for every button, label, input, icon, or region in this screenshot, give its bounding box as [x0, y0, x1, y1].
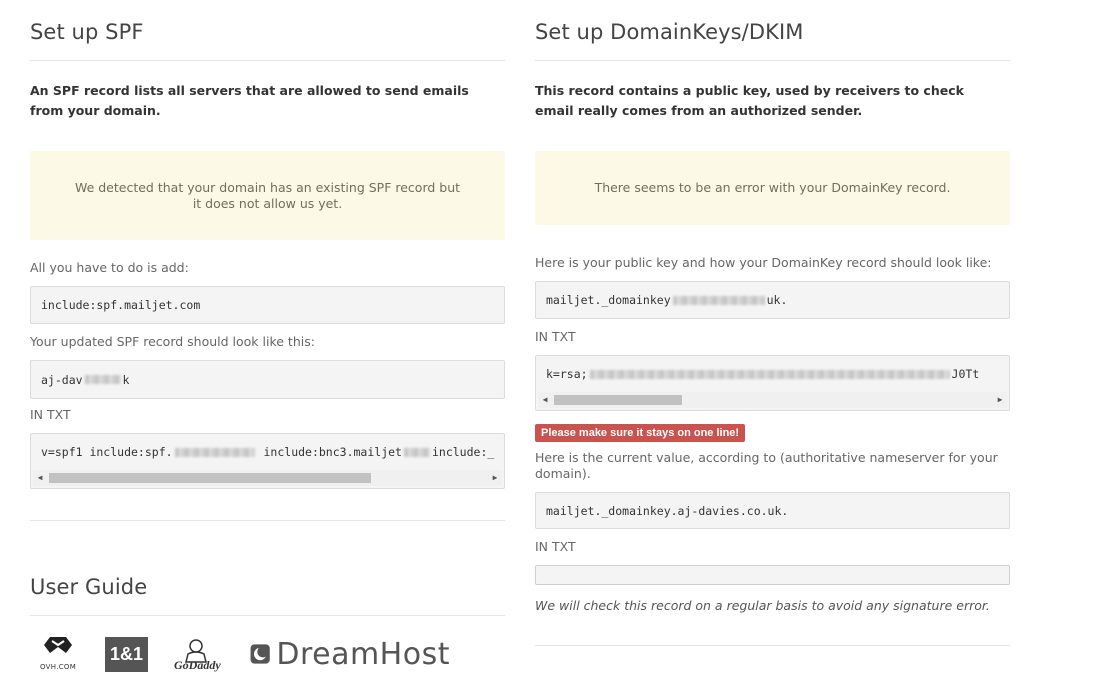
dkim-current-field[interactable]: mailjet._domainkey.aj-davies.co.uk.: [535, 492, 1010, 529]
godaddy-logo[interactable]: GoDaddy: [170, 636, 228, 672]
scroll-left-icon[interactable]: ◀: [33, 470, 47, 486]
dkim-txt-field[interactable]: k=rsa; J0Tt ◀ ▶: [535, 355, 1010, 411]
scroll-right-icon[interactable]: ▶: [993, 392, 1007, 408]
dkim-check-note: We will check this record on a regular b…: [535, 598, 990, 613]
scroll-thumb[interactable]: [554, 395, 682, 405]
spf-txt-line: v=spf1 include:spf. include:bnc3.mailjet…: [31, 434, 504, 470]
spf-in-txt-label: IN TXT: [30, 407, 71, 422]
dkim-current-value: mailjet._domainkey.aj-davies.co.uk.: [546, 503, 789, 518]
divider: [30, 60, 505, 61]
divider: [30, 520, 505, 521]
divider: [30, 615, 505, 616]
spf-notice: We detected that your domain has an exis…: [30, 151, 505, 240]
spf-include-field[interactable]: include:spf.mailjet.com: [30, 286, 505, 324]
dkim-txt-start: k=rsa;: [546, 367, 588, 381]
spf-host-value: aj-dav: [41, 372, 83, 387]
divider: [535, 60, 1010, 61]
scroll-thumb[interactable]: [49, 473, 371, 483]
dkim-host-value: mailjet._domainkey: [546, 293, 671, 307]
spf-txt-part-3: include:_: [431, 445, 495, 459]
dkim-in-txt-label: IN TXT: [535, 329, 576, 344]
ovh-logo[interactable]: OVH.COM: [38, 633, 78, 672]
dreamhost-logo-text: DreamHost: [276, 636, 450, 672]
dkim-pubkey-label: Here is your public key and how your Dom…: [535, 255, 992, 270]
spf-txt-part-1: v=spf1 include:spf.: [41, 445, 173, 459]
spf-host-suffix: k: [122, 372, 130, 387]
dkim-current-txt-field[interactable]: [535, 565, 1010, 585]
spf-notice-text: We detected that your domain has an exis…: [74, 179, 461, 211]
spf-description: An SPF record lists all servers that are…: [30, 83, 469, 118]
dkim-current-label: Here is the current value, according to …: [535, 450, 998, 481]
user-guide-title: User Guide: [30, 575, 148, 599]
dkim-notice-text: There seems to be an error with your Dom…: [594, 180, 951, 195]
spf-txt-scrollbar[interactable]: ◀ ▶: [33, 470, 502, 486]
divider: [535, 645, 1010, 646]
dkim-txt-end: J0Tt: [951, 367, 980, 381]
scroll-left-icon[interactable]: ◀: [538, 392, 552, 408]
ovh-logo-text: OVH.COM: [40, 663, 77, 671]
redacted-text: [174, 448, 255, 457]
1and1-logo-text: 1&1: [109, 644, 144, 664]
spf-add-label: All you have to do is add:: [30, 260, 189, 275]
dkim-host-field[interactable]: mailjet._domainkey uk.: [535, 281, 1010, 319]
dkim-in-txt-label-2: IN TXT: [535, 539, 576, 554]
1and1-logo[interactable]: 1&1: [105, 637, 148, 672]
dkim-description: This record contains a public key, used …: [535, 83, 964, 118]
redacted-text: [403, 448, 430, 457]
spf-txt-field[interactable]: v=spf1 include:spf. include:bnc3.mailjet…: [30, 433, 505, 489]
spf-title: Set up SPF: [30, 20, 144, 44]
spf-txt-part-2: include:bnc3.mailjet: [263, 445, 402, 459]
dkim-notice: There seems to be an error with your Dom…: [535, 151, 1010, 225]
spf-include-value: include:spf.mailjet.com: [41, 298, 201, 312]
dkim-title: Set up DomainKeys/DKIM: [535, 20, 804, 44]
one-line-warning-badge: Please make sure it stays on one line!: [535, 424, 746, 442]
scroll-right-icon[interactable]: ▶: [488, 470, 502, 486]
redacted-text: [84, 375, 121, 384]
godaddy-logo-text: GoDaddy: [174, 658, 221, 672]
redacted-text: [672, 295, 765, 305]
dkim-txt-line: k=rsa; J0Tt: [536, 356, 1009, 392]
spf-updated-label: Your updated SPF record should look like…: [30, 334, 315, 349]
redacted-text: [589, 370, 950, 379]
dreamhost-moon-icon: [250, 644, 270, 664]
dreamhost-logo[interactable]: DreamHost: [250, 636, 450, 672]
dkim-host-suffix: uk.: [766, 293, 788, 307]
spf-host-field[interactable]: aj-dav k: [30, 360, 505, 399]
dkim-txt-scrollbar[interactable]: ◀ ▶: [538, 392, 1007, 408]
